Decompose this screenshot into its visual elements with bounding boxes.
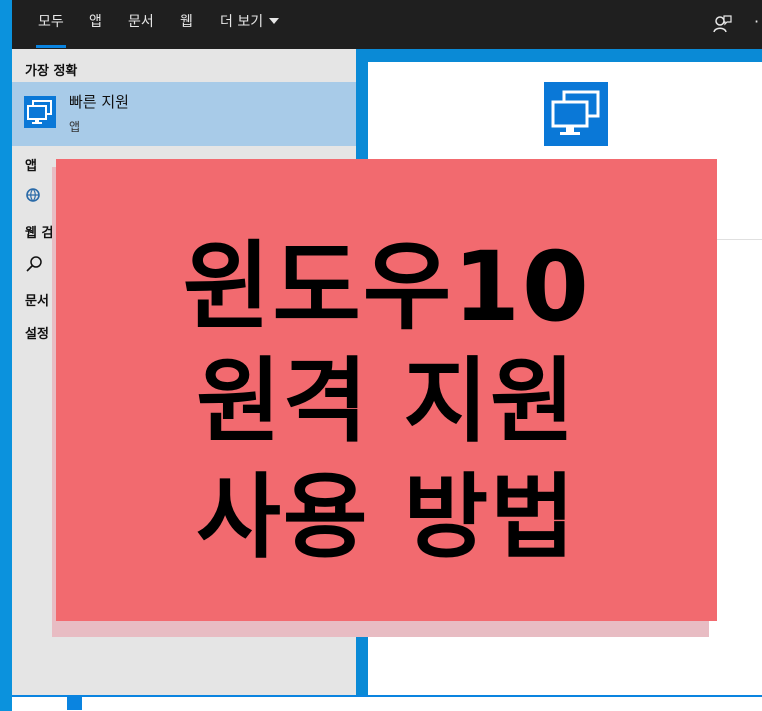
desktop-edge bbox=[0, 0, 12, 711]
banner-line-2: 원격 지원 bbox=[196, 348, 577, 455]
best-match-name: 빠른 지원 bbox=[69, 93, 129, 111]
tab-web[interactable]: 웹 bbox=[180, 0, 193, 49]
title-banner: 윈도우10 원격 지원 사용 방법 bbox=[56, 159, 717, 621]
settings-heading: 설정 bbox=[25, 327, 49, 342]
chevron-down-icon bbox=[269, 18, 280, 24]
more-icon[interactable]: · bbox=[754, 12, 759, 31]
tab-documents-label: 문서 bbox=[128, 14, 154, 30]
tab-more[interactable]: 더 보기 bbox=[220, 0, 280, 49]
tab-all-label: 모두 bbox=[38, 14, 64, 30]
remote-monitor-icon bbox=[544, 82, 608, 146]
best-match-type: 앱 bbox=[69, 120, 81, 134]
search-input[interactable] bbox=[12, 695, 762, 711]
text-cursor bbox=[67, 696, 82, 710]
feedback-icon[interactable] bbox=[712, 14, 732, 38]
best-match-heading: 가장 정확 bbox=[25, 64, 78, 79]
globe-icon[interactable] bbox=[25, 187, 41, 207]
tab-web-label: 웹 bbox=[180, 14, 193, 30]
tab-more-label: 더 보기 bbox=[220, 14, 264, 30]
tab-apps[interactable]: 앱 bbox=[89, 0, 102, 49]
web-heading: 웹 검 bbox=[25, 226, 54, 241]
apps-heading: 앱 bbox=[25, 159, 37, 174]
remote-monitor-icon bbox=[24, 96, 56, 128]
tab-documents[interactable]: 문서 bbox=[128, 0, 154, 49]
best-match-item[interactable]: 빠른 지원 앱 bbox=[12, 82, 356, 146]
documents-heading: 문서 bbox=[25, 294, 49, 309]
search-icon[interactable] bbox=[25, 255, 43, 277]
tab-all[interactable]: 모두 bbox=[36, 0, 66, 49]
tab-apps-label: 앱 bbox=[89, 14, 102, 30]
search-filter-bar: 모두 앱 문서 웹 더 보기 · bbox=[12, 0, 762, 49]
banner-line-3: 사용 방법 bbox=[196, 464, 577, 571]
